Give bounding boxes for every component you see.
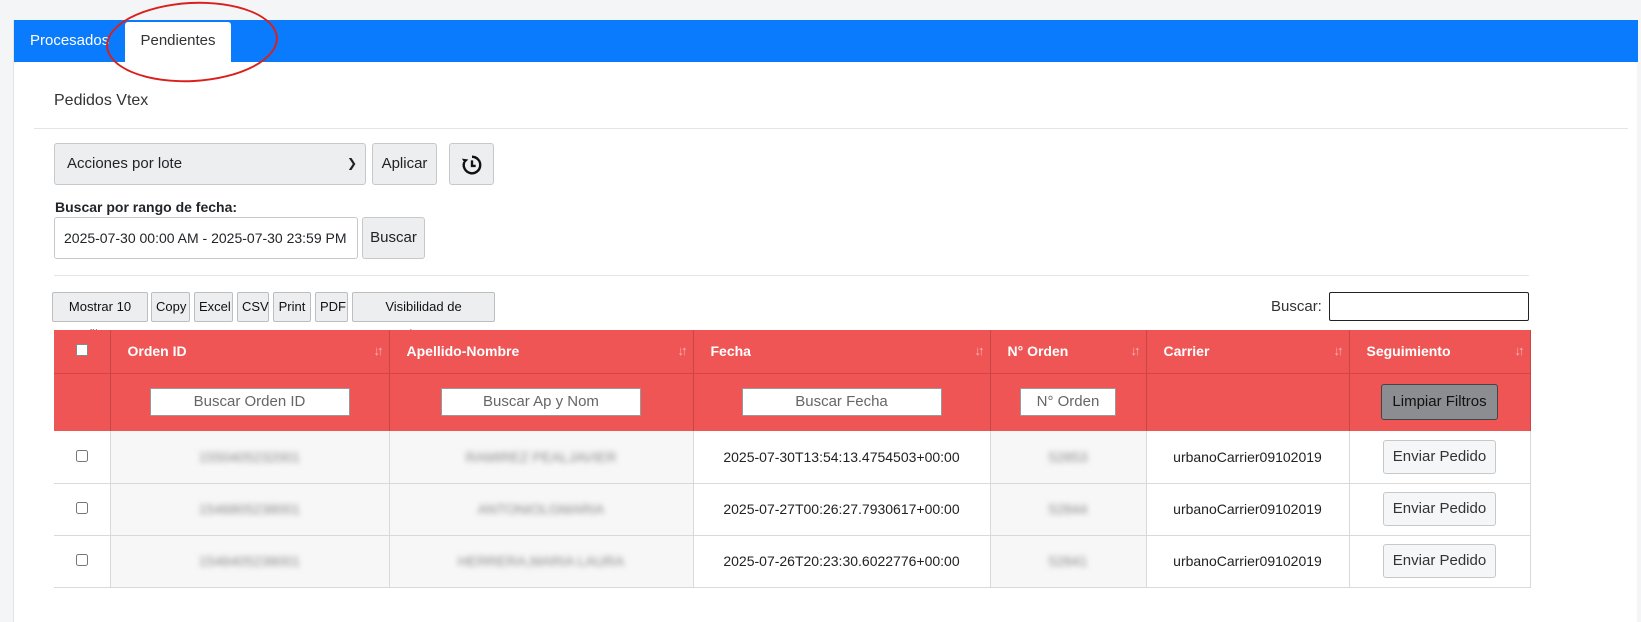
fecha-cell: 2025-07-30T13:54:13.4754503+00:00 — [693, 431, 991, 483]
apellido-filter[interactable]: Buscar Ap y Nom — [441, 388, 641, 417]
n-orden-cell: 52853 — [990, 431, 1147, 483]
print-button[interactable]: Print — [273, 292, 311, 322]
apellido-value: RAMIREZ PEALJAVIER — [465, 448, 617, 465]
n-orden-value: 52841 — [1048, 553, 1088, 569]
apellido-value: ANTONIOLGMARIA — [477, 501, 605, 517]
filter-cell: N° Orden — [990, 373, 1147, 431]
header-apellido-nombre[interactable]: Apellido-Nombre ↓↑ — [389, 330, 694, 373]
n-orden-value: 52853 — [1048, 448, 1088, 465]
header-orden-id[interactable]: Orden ID ↓↑ — [110, 330, 390, 373]
orden-id-filter[interactable]: Buscar Orden ID — [149, 388, 350, 417]
row-checkbox[interactable] — [75, 502, 88, 514]
apellido-cell: ANTONIOLGMARIA — [389, 483, 694, 535]
history-button[interactable] — [449, 143, 494, 185]
pdf-button[interactable]: PDF — [315, 292, 348, 322]
send-order-button[interactable]: Enviar Pedido — [1383, 544, 1496, 578]
filter-cell: Limpiar Filtros — [1349, 373, 1531, 431]
n-orden-filter[interactable]: N° Orden — [1020, 388, 1116, 417]
carrier-cell: urbanoCarrier09102019 — [1146, 535, 1350, 587]
orden-id-cell: 1546405238001 — [110, 535, 390, 587]
orders-table: Orden ID ↓↑ Apellido-Nombre ↓↑ Fecha ↓↑ N° … — [54, 330, 1531, 588]
fecha-filter[interactable]: Buscar Fecha — [741, 388, 942, 417]
filter-cell — [1146, 373, 1350, 431]
fecha-cell: 2025-07-26T20:23:30.6022776+00:00 — [693, 535, 991, 587]
sort-icon: ↓↑ — [677, 343, 688, 358]
action-cell: Enviar Pedido — [1349, 535, 1531, 587]
chevron-down-icon: ❯ — [346, 156, 357, 170]
apellido-value: HERRERA,MARIA LAURA — [457, 553, 625, 569]
header-label: Carrier — [1163, 343, 1210, 360]
header-seguimiento[interactable]: Seguimiento ↓↑ — [1349, 330, 1531, 373]
apellido-cell: RAMIREZ PEALJAVIER — [389, 431, 694, 483]
n-orden-cell: 52844 — [990, 483, 1147, 535]
carrier-cell: urbanoCarrier09102019 — [1146, 431, 1350, 483]
sort-icon: ↓↑ — [1130, 343, 1141, 358]
send-order-button[interactable]: Enviar Pedido — [1383, 492, 1496, 526]
action-cell: Enviar Pedido — [1349, 431, 1531, 483]
filter-row: Buscar Orden ID Buscar Ap y Nom Buscar F… — [54, 373, 1531, 431]
copy-button[interactable]: Copy — [151, 292, 190, 322]
excel-button[interactable]: Excel — [194, 292, 233, 322]
csv-button[interactable]: CSV — [237, 292, 269, 322]
row-select-cell — [54, 483, 111, 535]
row-checkbox[interactable] — [75, 449, 88, 462]
send-order-button[interactable]: Enviar Pedido — [1383, 439, 1496, 474]
tab-pendientes[interactable]: Pendientes — [125, 22, 231, 62]
filter-cell: Buscar Fecha — [693, 373, 991, 431]
divider — [54, 275, 1529, 276]
header-label: Fecha — [710, 343, 751, 360]
filter-cell — [54, 373, 111, 431]
bulk-actions-value: Acciones por lote — [67, 155, 183, 172]
apply-button[interactable]: Aplicar — [372, 143, 437, 185]
orden-id-value: 1546805238001 — [198, 501, 301, 517]
filter-cell: Buscar Ap y Nom — [389, 373, 694, 431]
header-label: Apellido-Nombre — [406, 343, 520, 360]
main-card: Procesados Pendientes Pedidos Vtex Accio… — [13, 0, 1638, 622]
select-all-checkbox[interactable] — [75, 344, 88, 357]
history-icon — [461, 155, 482, 175]
table-row: 1546805238001 ANTONIOLGMARIA 2025-07-27T… — [54, 483, 1531, 535]
header-fecha[interactable]: Fecha ↓↑ — [693, 330, 991, 373]
filter-cell: Buscar Orden ID — [110, 373, 390, 431]
orden-id-value: 1550405232001 — [198, 448, 301, 465]
tab-procesados[interactable]: Procesados — [30, 20, 109, 62]
header-select-all[interactable] — [54, 330, 111, 373]
search-input[interactable] — [1329, 292, 1529, 321]
table-header-row: Orden ID ↓↑ Apellido-Nombre ↓↑ Fecha ↓↑ N° … — [54, 330, 1531, 373]
action-cell: Enviar Pedido — [1349, 483, 1531, 535]
orden-id-value: 1546405238001 — [198, 553, 301, 569]
header-label: Seguimiento — [1366, 343, 1451, 360]
sort-icon: ↓↑ — [373, 343, 384, 358]
row-select-cell — [54, 535, 111, 587]
tab-bar: Procesados Pendientes — [14, 20, 1638, 62]
show-rows-button[interactable]: Mostrar 10 filas — [52, 292, 148, 342]
header-carrier[interactable]: Carrier ↓↑ — [1146, 330, 1350, 373]
header-n-orden[interactable]: N° Orden ↓↑ — [990, 330, 1147, 373]
search-label: Buscar: — [1271, 298, 1322, 315]
panel-title: Pedidos Vtex — [54, 92, 149, 109]
row-select-cell — [54, 431, 111, 483]
sort-icon: ↓↑ — [1333, 343, 1344, 358]
carrier-cell: urbanoCarrier09102019 — [1146, 483, 1350, 535]
orden-id-cell: 1550405232001 — [110, 431, 390, 483]
header-label: N° Orden — [1007, 343, 1069, 360]
table-row: 1546405238001 HERRERA,MARIA LAURA 2025-0… — [54, 535, 1531, 587]
fecha-cell: 2025-07-27T00:26:27.7930617+00:00 — [693, 483, 991, 535]
date-range-label: Buscar por rango de fecha: — [55, 199, 238, 215]
n-orden-cell: 52841 — [990, 535, 1147, 587]
date-range-input[interactable]: 2025-07-30 00:00 AM - 2025-07-30 23:59 P… — [54, 217, 358, 259]
row-checkbox[interactable] — [75, 554, 88, 566]
sort-icon: ↓↑ — [974, 343, 985, 358]
orden-id-cell: 1546805238001 — [110, 483, 390, 535]
divider — [34, 128, 1628, 129]
n-orden-value: 52844 — [1048, 501, 1088, 517]
table-row: 1550405232001 RAMIREZ PEALJAVIER 2025-07… — [54, 431, 1531, 483]
clear-filters-button[interactable]: Limpiar Filtros — [1381, 384, 1498, 421]
bulk-actions-select[interactable]: Acciones por lote ❯ — [54, 143, 366, 185]
column-visibility-button[interactable]: Visibilidad de columnas — [352, 292, 495, 342]
header-label: Orden ID — [127, 343, 187, 360]
sort-icon: ↓↑ — [1514, 343, 1525, 358]
date-search-button[interactable]: Buscar — [362, 217, 425, 259]
apellido-cell: HERRERA,MARIA LAURA — [389, 535, 694, 587]
